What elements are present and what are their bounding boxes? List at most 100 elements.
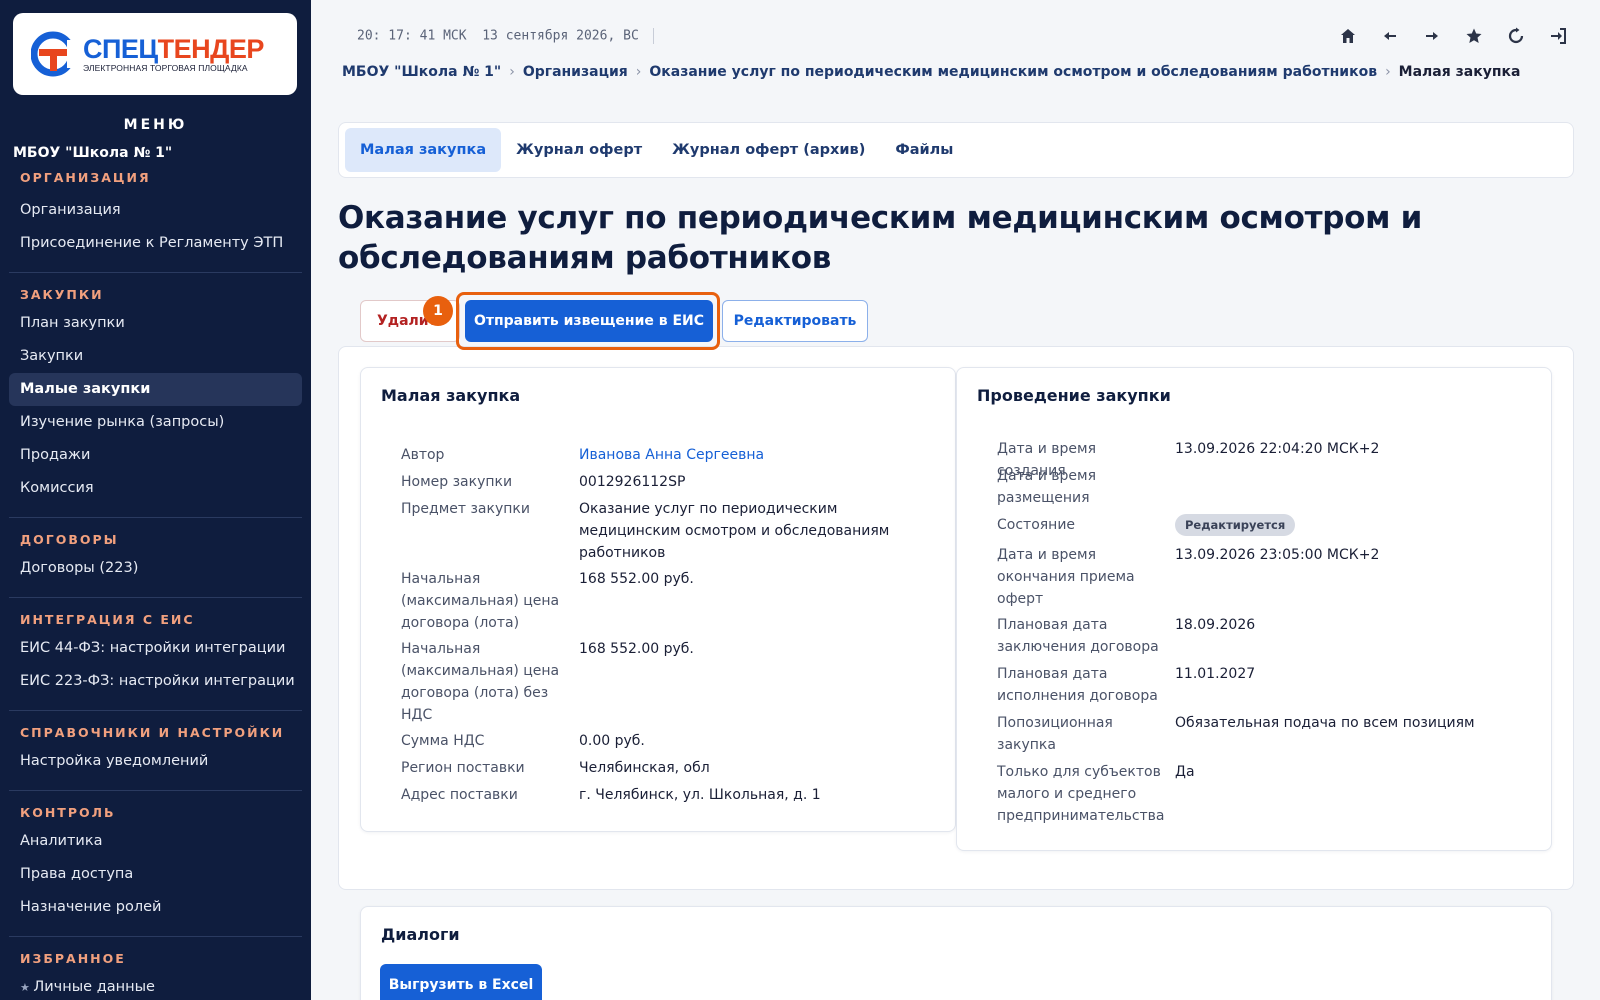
- process-list: Дата и время создания 13.09.2026 22:04:20…: [997, 438, 1591, 831]
- sidebar-item[interactable]: План закупки: [9, 307, 302, 340]
- sidebar-nav: ОРГАНИЗАЦИЯ Организация Присоединение к Ре…: [9, 168, 302, 1000]
- detail-label: Автор: [401, 447, 445, 463]
- detail-label: Номер закупки: [401, 474, 513, 490]
- breadcrumb-item-organization[interactable]: Организация: [523, 64, 628, 80]
- top-toolbar: [1336, 24, 1570, 48]
- export-excel-button[interactable]: Выгрузить в Excel: [380, 964, 542, 1000]
- sidebar-section-heading: ИНТЕГРАЦИЯ С ЕИС: [20, 612, 195, 627]
- detail-value: Да: [1175, 764, 1195, 780]
- tab-offers-log[interactable]: Журнал оферт: [501, 128, 657, 172]
- detail-row: Автор Иванова Анна Сергеевна: [401, 444, 995, 471]
- sidebar-divider: [9, 597, 302, 598]
- logo-tagline: ЭЛЕКТРОННАЯ ТОРГОВАЯ ПЛОЩАДКА: [83, 63, 248, 73]
- detail-row: Начальная (максимальная) цена договора (…: [401, 568, 995, 638]
- breadcrumb-item-procurement[interactable]: Оказание услуг по периодическим медицинс…: [649, 64, 1377, 80]
- details-list: Автор Иванова Анна Сергеевна Номер закупк…: [401, 444, 995, 811]
- sidebar-divider: [9, 517, 302, 518]
- detail-label: Плановая дата заключения договора: [997, 617, 1159, 655]
- sidebar-item[interactable]: Продажи: [9, 439, 302, 472]
- detail-row: Плановая дата заключения договора 18.09.2…: [997, 614, 1591, 663]
- detail-label: Только для субъектов малого и среднего п…: [997, 764, 1165, 824]
- detail-label: Попозиционная закупка: [997, 715, 1113, 753]
- logout-icon[interactable]: [1546, 24, 1570, 48]
- detail-row: Адрес поставки г. Челябинск, ул. Школьная…: [401, 784, 995, 811]
- detail-label: Предмет закупки: [401, 501, 530, 517]
- status-badge: Редактируется: [1175, 514, 1296, 536]
- tab-offers-archive[interactable]: Журнал оферт (архив): [657, 128, 880, 172]
- step-badge: 1: [423, 296, 453, 326]
- detail-row: Начальная (максимальная) цена договора (…: [401, 638, 995, 730]
- arrow-right-icon[interactable]: [1420, 24, 1444, 48]
- sidebar-divider: [9, 790, 302, 791]
- logo-mark-icon: [30, 30, 79, 78]
- sidebar-item[interactable]: Настройка уведомлений: [9, 745, 302, 778]
- detail-label: Дата и время размещения: [997, 468, 1096, 506]
- sidebar-item-label: Личные данные: [33, 979, 155, 995]
- sidebar-section-heading: ИЗБРАННОЕ: [20, 951, 126, 966]
- sidebar-item[interactable]: ЕИС 44-ФЗ: настройки интеграции: [9, 632, 302, 665]
- clock-time: 20: 17: 41 МСК: [357, 28, 467, 44]
- chevron-right-icon: ›: [509, 64, 515, 80]
- detail-value: 13.09.2026 23:05:00 МСК+2: [1175, 547, 1380, 563]
- detail-value: 11.01.2027: [1175, 666, 1256, 682]
- sidebar-section-heading: ЗАКУПКИ: [20, 287, 104, 302]
- panel-title: Проведение закупки: [977, 386, 1171, 405]
- author-link[interactable]: Иванова Анна Сергеевна: [579, 444, 909, 471]
- detail-label: Дата и время окончания приема оферт: [997, 547, 1135, 607]
- sidebar-item[interactable]: Изучение рынка (запросы): [9, 406, 302, 439]
- chevron-right-icon: ›: [1385, 64, 1391, 80]
- panel-small-purchase: Малая закупка Автор Иванова Анна Сергеевн…: [360, 367, 956, 832]
- detail-value: г. Челябинск, ул. Школьная, д. 1: [579, 787, 821, 803]
- sidebar-divider: [9, 710, 302, 711]
- sidebar-item[interactable]: Комиссия: [9, 472, 302, 505]
- sidebar: СПЕЦТЕНДЕР ЭЛЕКТРОННАЯ ТОРГОВАЯ ПЛОЩАДКА…: [0, 0, 311, 1000]
- panel-title: Малая закупка: [381, 386, 521, 405]
- tabs: Малая закупка Журнал оферт Журнал оферт …: [338, 122, 1574, 178]
- sidebar-item[interactable]: Права доступа: [9, 858, 302, 891]
- detail-value: 0012926112SP: [579, 474, 686, 490]
- send-to-eis-button[interactable]: Отправить извещение в ЕИС: [465, 300, 713, 342]
- page-title: Оказание услуг по периодическим медицинс…: [338, 200, 1423, 276]
- sidebar-item[interactable]: Закупки: [9, 340, 302, 373]
- star-icon[interactable]: [1462, 24, 1486, 48]
- refresh-icon[interactable]: [1504, 24, 1528, 48]
- sidebar-section-heading: ДОГОВОРЫ: [20, 532, 119, 547]
- home-icon[interactable]: [1336, 24, 1360, 48]
- detail-row: Состояние Редактируется: [997, 514, 1591, 544]
- detail-label: Плановая дата исполнения договора: [997, 666, 1158, 704]
- detail-row: Номер закупки 0012926112SP: [401, 471, 995, 498]
- detail-value: Обязательная подача по всем позициям: [1175, 715, 1475, 731]
- detail-value: Оказание услуг по периодическим медицинс…: [579, 501, 890, 561]
- arrow-left-icon[interactable]: [1378, 24, 1402, 48]
- detail-row: Попозиционная закупка Обязательная подача…: [997, 712, 1591, 761]
- tab-files[interactable]: Файлы: [880, 128, 968, 172]
- logo-brand-part2: ТЕНДЕР: [157, 34, 265, 64]
- tab-small-purchase[interactable]: Малая закупка: [345, 128, 502, 172]
- clock-date: 13 сентября 2026, ВС: [482, 28, 639, 44]
- edit-button[interactable]: Редактировать: [722, 300, 868, 342]
- sidebar-item[interactable]: Малые закупки: [9, 373, 302, 406]
- sidebar-section-heading: КОНТРОЛЬ: [20, 805, 116, 820]
- detail-value: 0.00 руб.: [579, 733, 645, 749]
- breadcrumb-item-org[interactable]: МБОУ "Школа № 1": [342, 64, 501, 80]
- sidebar-item[interactable]: Договоры (223): [9, 552, 302, 585]
- sidebar-org-name: МБОУ "Школа № 1": [13, 145, 173, 161]
- breadcrumb: МБОУ "Школа № 1" › Организация › Оказание ус…: [342, 64, 1520, 80]
- detail-row: Сумма НДС 0.00 руб.: [401, 730, 995, 757]
- panel-procurement-process: Проведение закупки Дата и время создания…: [956, 367, 1552, 851]
- sidebar-item[interactable]: Аналитика: [9, 825, 302, 858]
- detail-label: Дата и время создания: [997, 441, 1096, 479]
- logo[interactable]: СПЕЦТЕНДЕР ЭЛЕКТРОННАЯ ТОРГОВАЯ ПЛОЩАДКА: [13, 13, 297, 95]
- detail-label: Адрес поставки: [401, 787, 518, 803]
- star-icon: ★: [20, 981, 34, 994]
- logo-brand-part1: СПЕЦ: [83, 34, 158, 64]
- detail-row: Плановая дата исполнения договора 11.01.2…: [997, 663, 1591, 712]
- dialogs-title: Диалоги: [381, 925, 460, 944]
- sidebar-item[interactable]: Присоединение к Регламенту ЭТП: [9, 227, 302, 260]
- sidebar-item[interactable]: Организация: [9, 194, 302, 227]
- sidebar-item[interactable]: ★ Личные данные: [9, 971, 302, 1000]
- sidebar-item[interactable]: Назначение ролей: [9, 891, 302, 924]
- detail-row: Дата и время размещения: [997, 465, 1591, 514]
- detail-value: 13.09.2026 22:04:20 МСК+2: [1175, 441, 1380, 457]
- sidebar-item[interactable]: ЕИС 223-ФЗ: настройки интеграции: [9, 665, 302, 698]
